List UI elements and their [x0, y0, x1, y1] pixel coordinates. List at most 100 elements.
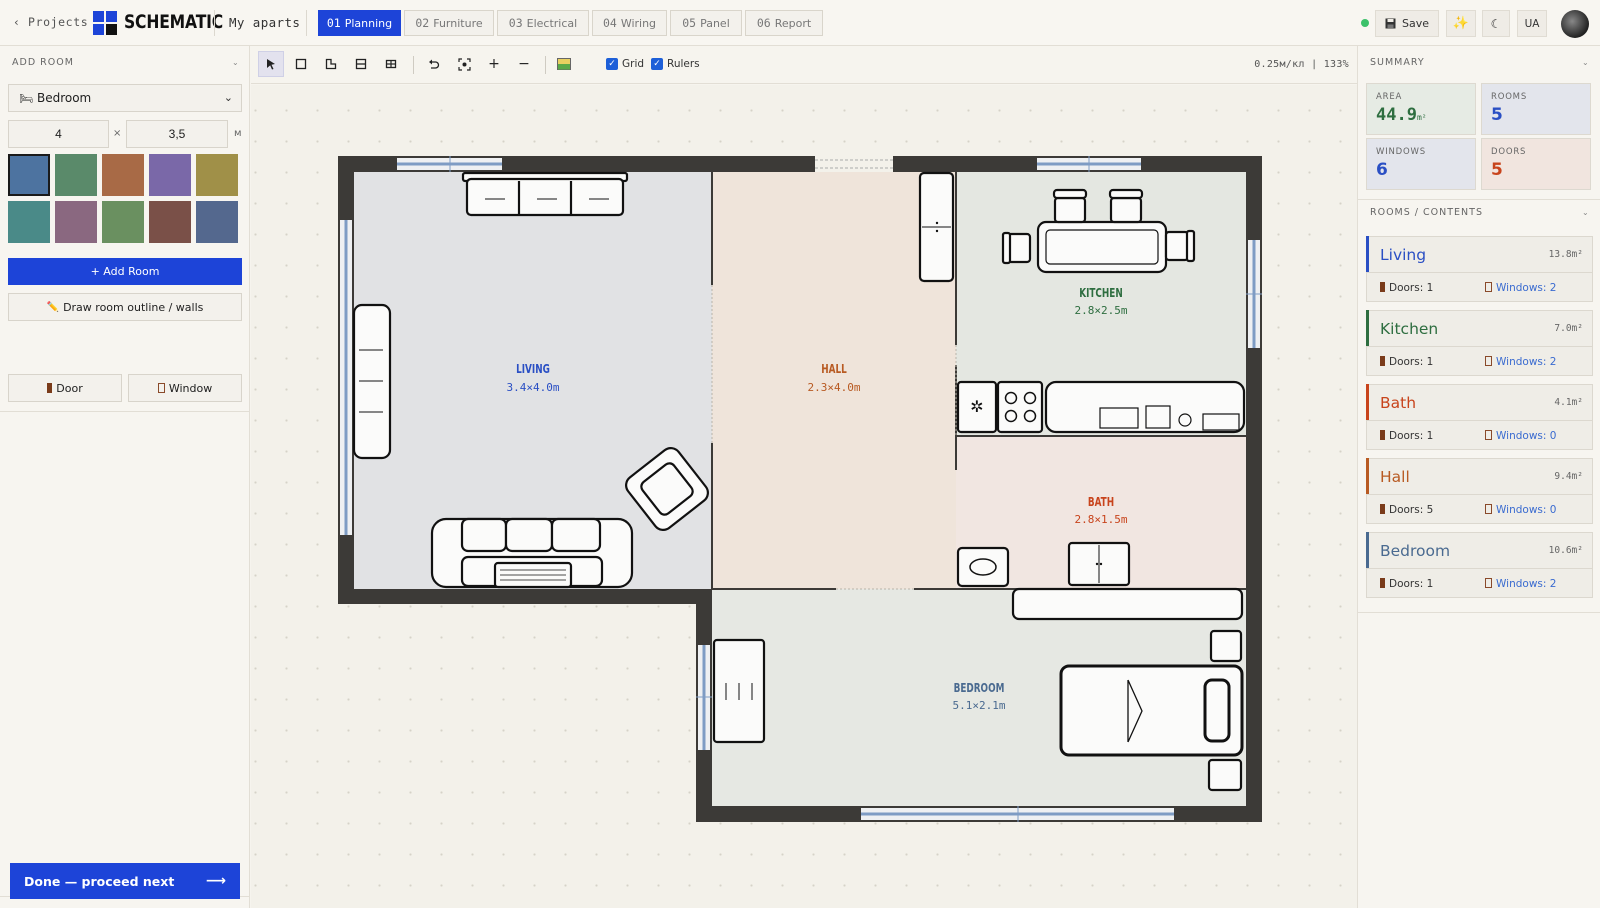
language-button[interactable]: UA — [1517, 10, 1547, 37]
theme-toggle-button[interactable]: ☾ — [1482, 10, 1510, 37]
room-card-name: Living — [1380, 246, 1427, 264]
door-icon — [1380, 504, 1385, 514]
background-image-button[interactable] — [551, 51, 577, 77]
grid-split-tool-button[interactable] — [378, 51, 404, 77]
tab-number: 05 — [682, 16, 697, 30]
collapse-chevron-icon[interactable]: ⌄ — [1582, 208, 1589, 217]
color-swatch[interactable] — [102, 201, 144, 243]
canvas-toolbar: + − ✓ Grid ✓ Rulers 0.25м/кл | 133% — [251, 46, 1357, 84]
stat-label: AREA — [1376, 92, 1403, 102]
grid-label: Grid — [622, 58, 645, 70]
rulers-checkbox[interactable]: ✓ Rulers — [651, 58, 700, 70]
add-door-button[interactable]: Door — [8, 374, 122, 402]
room-card-kitchen[interactable]: Kitchen 7.0m² Doors: 1 Windows: 2 — [1366, 310, 1593, 376]
window-icon — [1485, 578, 1492, 588]
room-label-kitchen: KITCHEN — [1079, 286, 1123, 300]
back-to-projects-link[interactable]: ‹ Projects — [13, 15, 88, 29]
room-card-area: 10.6m² — [1548, 545, 1583, 556]
room-dims-hall: 2.3×4.0m — [808, 381, 861, 394]
collapse-chevron-icon[interactable]: ⌄ — [1582, 58, 1589, 67]
room-card-windows: Windows: 2 — [1496, 282, 1557, 294]
tab-label: Electrical — [526, 16, 578, 30]
done-label: Done — proceed next — [24, 873, 175, 889]
color-swatch[interactable] — [8, 201, 50, 243]
save-icon — [1385, 18, 1396, 29]
room-card-doors: Doors: 1 — [1389, 282, 1434, 294]
color-swatch[interactable] — [55, 201, 97, 243]
top-bar: ‹ Projects SCHEMATIC My aparts 01 Plannin… — [0, 0, 1600, 46]
zoom-out-button[interactable]: − — [511, 51, 537, 77]
tab-number: 03 — [508, 16, 523, 30]
tab-number: 01 — [326, 16, 341, 30]
stat-area: AREA 44.9m² — [1366, 83, 1476, 135]
summary-title: SUMMARY — [1370, 57, 1425, 68]
color-swatch[interactable] — [196, 154, 238, 196]
save-button[interactable]: Save — [1375, 10, 1439, 37]
tab-label: Wiring — [620, 16, 657, 30]
undo-button[interactable] — [421, 51, 447, 77]
stat-label: WINDOWS — [1376, 147, 1426, 157]
stove — [996, 380, 1044, 434]
rectangle-tool-button[interactable] — [288, 51, 314, 77]
divider — [0, 411, 250, 412]
checkmark-icon: ✓ — [606, 58, 618, 70]
tab-wiring[interactable]: 04 Wiring — [592, 10, 667, 36]
room-color-bar — [1366, 384, 1369, 420]
room-card-hall[interactable]: Hall 9.4m² Doors: 5 Windows: 0 — [1366, 458, 1593, 524]
stat-label: ROOMS — [1491, 92, 1528, 102]
color-swatch[interactable] — [149, 201, 191, 243]
room-width-input[interactable]: 4 — [8, 120, 109, 148]
tab-label: Planning — [344, 16, 393, 30]
room-card-windows: Windows: 2 — [1496, 356, 1557, 368]
room-card-windows: Windows: 0 — [1496, 430, 1557, 442]
color-swatch[interactable] — [55, 154, 97, 196]
project-name[interactable]: My aparts — [229, 15, 300, 30]
tab-planning[interactable]: 01 Planning — [318, 10, 401, 36]
floor-plan-canvas[interactable]: ✲ LIVING 3.4×4.0m HALL 2.3×4.0m KITCHEN … — [251, 85, 1357, 908]
fit-view-button[interactable] — [451, 51, 477, 77]
add-room-button[interactable]: + Add Room — [8, 258, 242, 285]
sparkle-button[interactable]: ✨ — [1446, 10, 1476, 37]
arrow-right-icon: ⟶ — [205, 873, 226, 889]
add-window-button[interactable]: Window — [128, 374, 242, 402]
stat-doors: DOORS 5 — [1481, 138, 1591, 190]
tab-panel[interactable]: 05 Panel — [670, 10, 742, 36]
room-height-input[interactable]: 3,5 — [126, 120, 228, 148]
room-card-bedroom[interactable]: Bedroom 10.6m² Doors: 1 Windows: 2 — [1366, 532, 1593, 598]
room-type-select[interactable]: 🛏 Bedroom ⌄ — [8, 84, 242, 112]
tab-furniture[interactable]: 02 Furniture — [404, 10, 494, 36]
save-label: Save — [1401, 17, 1429, 30]
room-card-living[interactable]: Living 13.8m² Doors: 1 Windows: 2 — [1366, 236, 1593, 302]
window-icon — [1485, 430, 1492, 440]
snowflake-icon: ✲ — [970, 397, 983, 416]
split-tool-button[interactable] — [348, 51, 374, 77]
checkmark-icon: ✓ — [651, 58, 663, 70]
done-proceed-button[interactable]: Done — proceed next ⟶ — [10, 863, 240, 899]
room-card-doors: Doors: 1 — [1389, 578, 1434, 590]
nightstand — [1207, 758, 1243, 792]
polygon-tool-button[interactable] — [318, 51, 344, 77]
select-tool-button[interactable] — [258, 51, 284, 77]
stat-unit: m² — [1416, 113, 1427, 122]
room-card-name: Kitchen — [1380, 320, 1439, 338]
tab-number: 04 — [602, 16, 617, 30]
collapse-chevron-icon[interactable]: ⌄ — [232, 58, 239, 67]
room-card-bath[interactable]: Bath 4.1m² Doors: 1 Windows: 0 — [1366, 384, 1593, 450]
grid-checkbox[interactable]: ✓ Grid — [606, 58, 644, 70]
stat-value: 5 — [1491, 160, 1503, 180]
tab-electrical[interactable]: 03 Electrical — [497, 10, 589, 36]
color-swatch[interactable] — [149, 154, 191, 196]
divider — [545, 56, 546, 74]
zoom-in-button[interactable]: + — [481, 51, 507, 77]
room-card-contents: Doors: 1 Windows: 0 — [1367, 420, 1592, 450]
floor-plan[interactable]: ✲ LIVING 3.4×4.0m HALL 2.3×4.0m KITCHEN … — [251, 85, 1357, 908]
door-icon — [1380, 282, 1385, 292]
draw-outline-button[interactable]: ✏️ Draw room outline / walls — [8, 293, 242, 321]
user-avatar[interactable] — [1561, 10, 1589, 38]
color-swatch[interactable] — [102, 154, 144, 196]
color-swatch[interactable] — [8, 154, 50, 196]
tab-report[interactable]: 06 Report — [745, 10, 823, 36]
color-swatch[interactable] — [196, 201, 238, 243]
room-label-bedroom: BEDROOM — [954, 681, 1005, 695]
bed-icon: 🛏 — [19, 91, 33, 105]
